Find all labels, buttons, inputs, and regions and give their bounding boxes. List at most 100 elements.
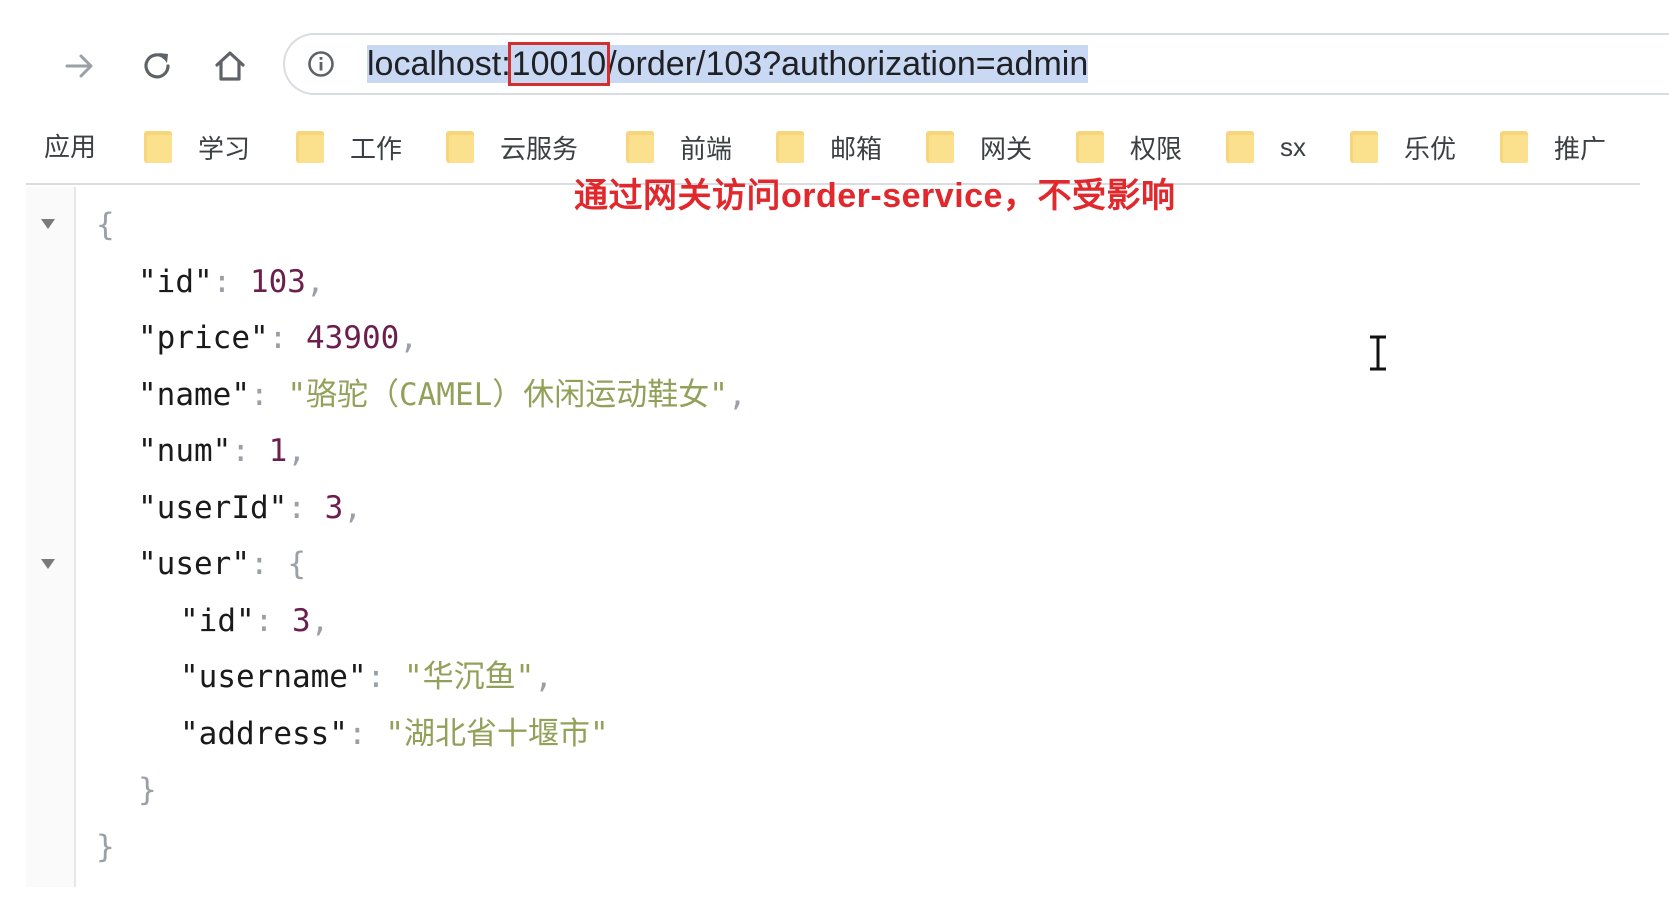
json-key: "name": [138, 377, 250, 413]
json-colon: :: [347, 716, 386, 752]
json-string: "华沉鱼": [403, 659, 535, 695]
bookmark-apps[interactable]: 应用: [44, 127, 96, 167]
folder-icon: [776, 131, 804, 163]
json-colon: :: [249, 546, 288, 582]
folder-icon: [626, 131, 654, 163]
bookmark-folder[interactable]: 推广: [1500, 127, 1606, 167]
json-string: "湖北省十堰市": [385, 716, 609, 752]
json-colon: :: [287, 490, 325, 526]
json-number: 43900: [305, 320, 400, 356]
bookmark-label: sx: [1280, 131, 1306, 162]
json-line-price: "price": 43900,: [138, 318, 418, 358]
json-key: "username": [180, 659, 367, 695]
json-number: 103: [249, 264, 306, 300]
json-string: "骆驼（CAMEL）休闲运动鞋女": [287, 377, 728, 413]
address-bar[interactable]: localhost:10010/order/103?authorization=…: [283, 33, 1669, 95]
json-gutter-divider: [74, 187, 76, 887]
bookmark-folder[interactable]: 网关: [926, 127, 1032, 167]
text-cursor-icon: [1370, 335, 1386, 371]
json-comma: ,: [534, 659, 553, 695]
annotation-text: 通过网关访问order-service，不受影响: [574, 177, 1176, 215]
json-key: "user": [138, 546, 250, 582]
json-key: "id": [138, 264, 213, 300]
folder-icon: [1350, 131, 1378, 163]
json-colon: :: [212, 264, 250, 300]
bookmark-label: 推广: [1554, 133, 1607, 164]
json-colon: :: [254, 603, 292, 639]
bookmark-label: 网关: [980, 133, 1033, 164]
url-colon: :: [501, 45, 511, 83]
arrow-right-icon: [65, 54, 93, 78]
json-number: 1: [268, 433, 288, 469]
json-colon: :: [249, 377, 288, 413]
bookmark-label: 邮箱: [830, 133, 883, 164]
json-brace: {: [96, 207, 115, 243]
bookmark-label: 权限: [1130, 133, 1183, 164]
url-host: localhost: [367, 45, 502, 83]
json-line-name: "name": "骆驼（CAMEL）休闲运动鞋女",: [138, 375, 747, 415]
bookmark-folder[interactable]: 邮箱: [776, 127, 882, 167]
json-comma: ,: [310, 603, 330, 639]
json-comma: ,: [343, 490, 362, 526]
json-brace: {: [287, 546, 306, 582]
bookmark-folder[interactable]: 权限: [1076, 127, 1182, 167]
bookmark-label: 工作: [350, 133, 403, 164]
json-line-user-address: "address": "湖北省十堰市": [180, 714, 609, 754]
json-comma: ,: [305, 264, 325, 300]
bookmark-label: 前端: [680, 133, 733, 164]
forward-button[interactable]: [58, 44, 102, 88]
json-line-user-username: "username": "华沉鱼",: [180, 657, 553, 697]
json-line-open: {: [96, 205, 115, 245]
url-port-highlight: 10010: [507, 42, 611, 86]
bookmark-folder[interactable]: sx: [1226, 127, 1306, 167]
expand-toggle-root[interactable]: [41, 219, 55, 229]
bookmark-folder[interactable]: 云服务: [446, 127, 578, 167]
reload-button[interactable]: [135, 44, 179, 88]
bookmark-label: 学习: [198, 133, 251, 164]
folder-icon: [926, 131, 954, 163]
reload-icon: [144, 53, 170, 79]
folder-icon: [1226, 131, 1254, 163]
json-comma: ,: [399, 320, 418, 356]
json-key: "price": [138, 320, 269, 356]
bookmark-label: 云服务: [500, 133, 579, 164]
json-line-num: "num": 1,: [138, 431, 306, 471]
home-icon: [215, 51, 245, 81]
json-line-close: }: [96, 827, 115, 867]
json-colon: :: [366, 659, 404, 695]
bookmark-folder[interactable]: 乐优: [1350, 127, 1456, 167]
json-colon: :: [268, 320, 306, 356]
json-brace: }: [96, 829, 115, 865]
bookmark-label: 乐优: [1404, 133, 1457, 164]
expand-toggle-user[interactable]: [41, 559, 55, 569]
json-number: 3: [324, 490, 344, 526]
json-key: "num": [138, 433, 232, 469]
url-path: /order/103?authorization=admin: [607, 45, 1089, 83]
json-key: "address": [180, 716, 348, 752]
json-line-user-close: }: [138, 770, 157, 810]
json-comma: ,: [727, 377, 747, 413]
json-brace: }: [138, 772, 157, 808]
json-line-id: "id": 103,: [138, 262, 325, 302]
home-button[interactable]: [208, 44, 252, 88]
folder-icon: [296, 131, 324, 163]
json-key: "id": [180, 603, 255, 639]
json-comma: ,: [287, 433, 306, 469]
folder-icon: [1076, 131, 1104, 163]
json-line-user-id: "id": 3,: [180, 601, 329, 641]
json-key: "userId": [138, 490, 288, 526]
url-text[interactable]: localhost:10010/order/103?authorization=…: [367, 42, 1089, 86]
bookmark-folder[interactable]: 工作: [296, 127, 402, 167]
bookmark-folder[interactable]: 前端: [626, 127, 732, 167]
json-colon: :: [231, 433, 269, 469]
folder-icon: [446, 131, 474, 163]
browser-toolbar: localhost:10010/order/103?authorization=…: [0, 0, 1669, 120]
json-number: 3: [291, 603, 311, 639]
json-gutter: [26, 187, 74, 887]
json-line-user: "user": {: [138, 544, 306, 584]
bookmark-folder[interactable]: 学习: [144, 127, 250, 167]
folder-icon: [1500, 131, 1528, 163]
json-line-userId: "userId": 3,: [138, 488, 362, 528]
folder-icon: [144, 131, 172, 163]
info-icon[interactable]: [307, 50, 335, 78]
